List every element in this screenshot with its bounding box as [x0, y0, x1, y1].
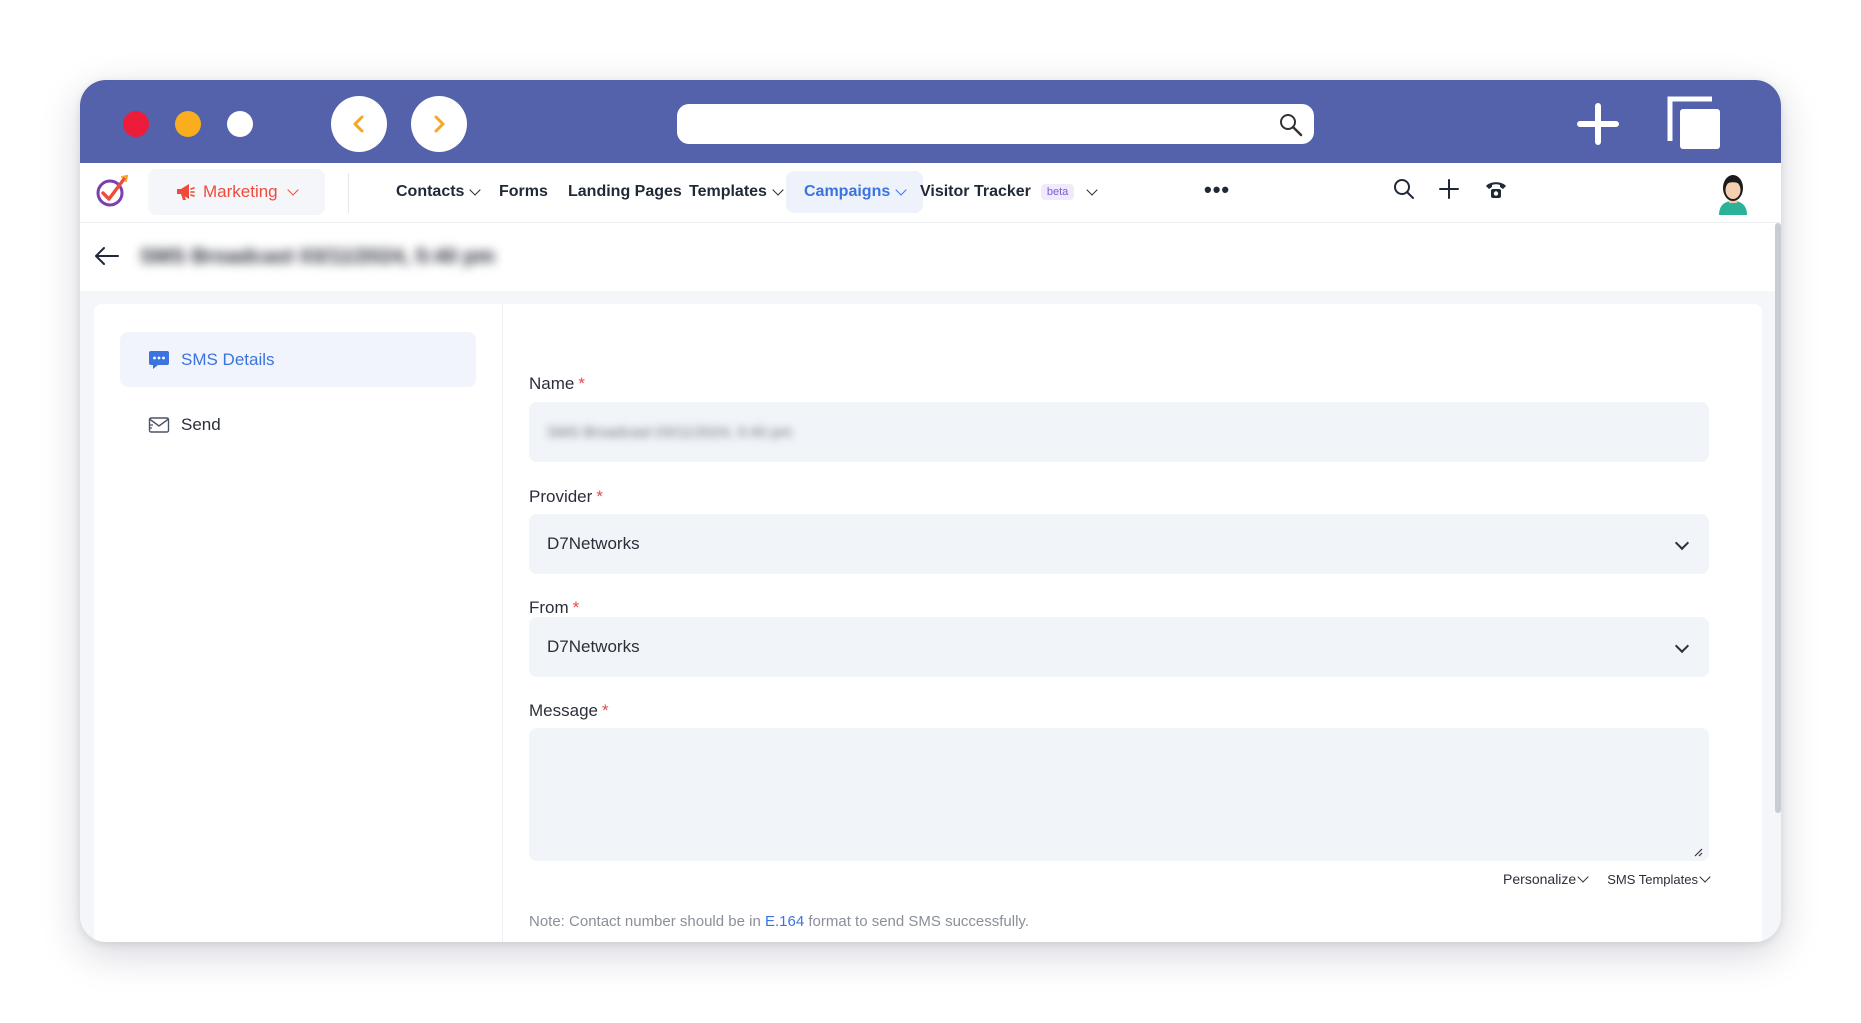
nav-visitor-tracker-label: Visitor Tracker: [920, 183, 1031, 200]
message-tools: Personalize SMS Templates: [1503, 871, 1711, 887]
chevron-down-icon: [1699, 871, 1711, 883]
name-input[interactable]: SMS Broadcast 03/11/2024, 5:40 pm: [529, 402, 1709, 462]
note-suffix: format to send SMS successfully.: [804, 913, 1029, 930]
browser-window: Marketing Contacts Forms Landing Pages T…: [80, 80, 1781, 942]
app-logo-icon[interactable]: [94, 173, 130, 209]
nav-forms-label: Forms: [499, 183, 548, 200]
message-label-text: Message: [529, 701, 598, 720]
close-window-dot[interactable]: [123, 111, 149, 137]
provider-select[interactable]: D7Networks: [529, 514, 1709, 574]
page-header: SMS Broadcast 03/11/2024, 5:40 pm: [80, 223, 1781, 291]
module-switcher-button[interactable]: Marketing: [148, 169, 325, 215]
megaphone-icon: [177, 184, 195, 200]
sidebar-item-label: SMS Details: [181, 349, 275, 369]
sms-templates-dropdown[interactable]: SMS Templates: [1607, 871, 1711, 887]
sidebar-item-sms-details[interactable]: SMS Details: [120, 332, 476, 387]
nav-contacts[interactable]: Contacts: [396, 171, 482, 213]
name-input-value: SMS Broadcast 03/11/2024, 5:40 pm: [547, 423, 792, 441]
message-label: Message *: [529, 701, 609, 721]
user-avatar[interactable]: [1713, 169, 1753, 215]
from-label-text: From: [529, 598, 569, 617]
beta-badge: beta: [1040, 184, 1075, 200]
minimize-window-dot[interactable]: [175, 111, 201, 137]
chevron-down-icon: [1577, 871, 1589, 883]
personalize-dropdown[interactable]: Personalize: [1503, 871, 1589, 887]
nav-landing-pages[interactable]: Landing Pages: [568, 171, 682, 213]
sidebar-item-send[interactable]: Send: [120, 397, 476, 452]
chat-bubble-icon: [149, 350, 169, 369]
nav-campaigns[interactable]: Campaigns: [786, 171, 924, 213]
sms-templates-label: SMS Templates: [1607, 871, 1698, 887]
chevron-down-icon: [772, 184, 784, 196]
browser-back-button[interactable]: [331, 96, 387, 152]
name-label: Name *: [529, 374, 585, 394]
provider-select-value: D7Networks: [547, 534, 640, 553]
e164-link[interactable]: E.164: [765, 913, 804, 930]
chevron-left-icon: [353, 115, 364, 133]
nav-forms[interactable]: Forms: [499, 171, 548, 213]
from-select-value: D7Networks: [547, 637, 640, 656]
plus-icon[interactable]: [1437, 177, 1461, 201]
module-label: Marketing: [203, 182, 278, 201]
content-card: SMS Details Send Name * SMS Broadcast 03/…: [94, 304, 1762, 942]
required-asterisk: *: [572, 598, 580, 617]
required-asterisk: *: [578, 374, 585, 393]
address-bar[interactable]: [677, 104, 1314, 144]
chevron-down-icon: [1674, 638, 1690, 654]
nav-landing-pages-label: Landing Pages: [568, 183, 682, 200]
chevron-down-icon: [1674, 535, 1690, 551]
phone-icon[interactable]: [1484, 177, 1508, 201]
chevron-down-icon: [895, 184, 907, 196]
search-icon[interactable]: [1392, 177, 1416, 201]
search-icon: [1280, 114, 1303, 137]
personalize-label: Personalize: [1503, 871, 1577, 887]
chevron-right-icon: [434, 115, 445, 133]
sidebar: SMS Details Send: [94, 304, 503, 942]
nav-divider: [348, 173, 349, 213]
page-scrollbar[interactable]: [1775, 223, 1781, 813]
nav-templates[interactable]: Templates: [689, 171, 784, 213]
page-title: SMS Broadcast 03/11/2024, 5:40 pm: [140, 245, 495, 268]
sidebar-item-label: Send: [181, 414, 221, 434]
name-label-text: Name: [529, 374, 575, 393]
message-textarea[interactable]: [529, 728, 1709, 861]
resize-handle-icon[interactable]: [1693, 847, 1703, 857]
more-menu-button[interactable]: •••: [1204, 177, 1230, 203]
required-asterisk: *: [601, 701, 609, 720]
tabs-overview-icon[interactable]: [1666, 95, 1724, 153]
from-label: From *: [529, 598, 579, 618]
required-asterisk: *: [596, 487, 603, 506]
browser-chrome: [80, 80, 1781, 163]
note-prefix: Note: Contact number should be in: [529, 913, 765, 930]
envelope-icon: [148, 416, 170, 433]
maximize-window-dot[interactable]: [227, 111, 253, 137]
provider-label-text: Provider: [529, 487, 593, 506]
chevron-down-icon: [1086, 184, 1098, 196]
chevron-down-icon: [469, 184, 482, 196]
provider-label: Provider *: [529, 487, 603, 507]
nav-templates-label: Templates: [689, 183, 767, 200]
chevron-down-icon: [286, 184, 299, 196]
back-arrow-icon[interactable]: [94, 245, 120, 267]
from-select[interactable]: D7Networks: [529, 617, 1709, 677]
nav-campaigns-label: Campaigns: [804, 183, 891, 200]
nav-visitor-tracker[interactable]: Visitor Tracker beta: [920, 171, 1098, 213]
browser-forward-button[interactable]: [411, 96, 467, 152]
nav-contacts-label: Contacts: [396, 183, 465, 200]
app-navbar: Marketing Contacts Forms Landing Pages T…: [80, 163, 1781, 223]
format-note: Note: Contact number should be in E.164 …: [529, 913, 1029, 930]
new-tab-plus-icon[interactable]: [1576, 102, 1620, 146]
